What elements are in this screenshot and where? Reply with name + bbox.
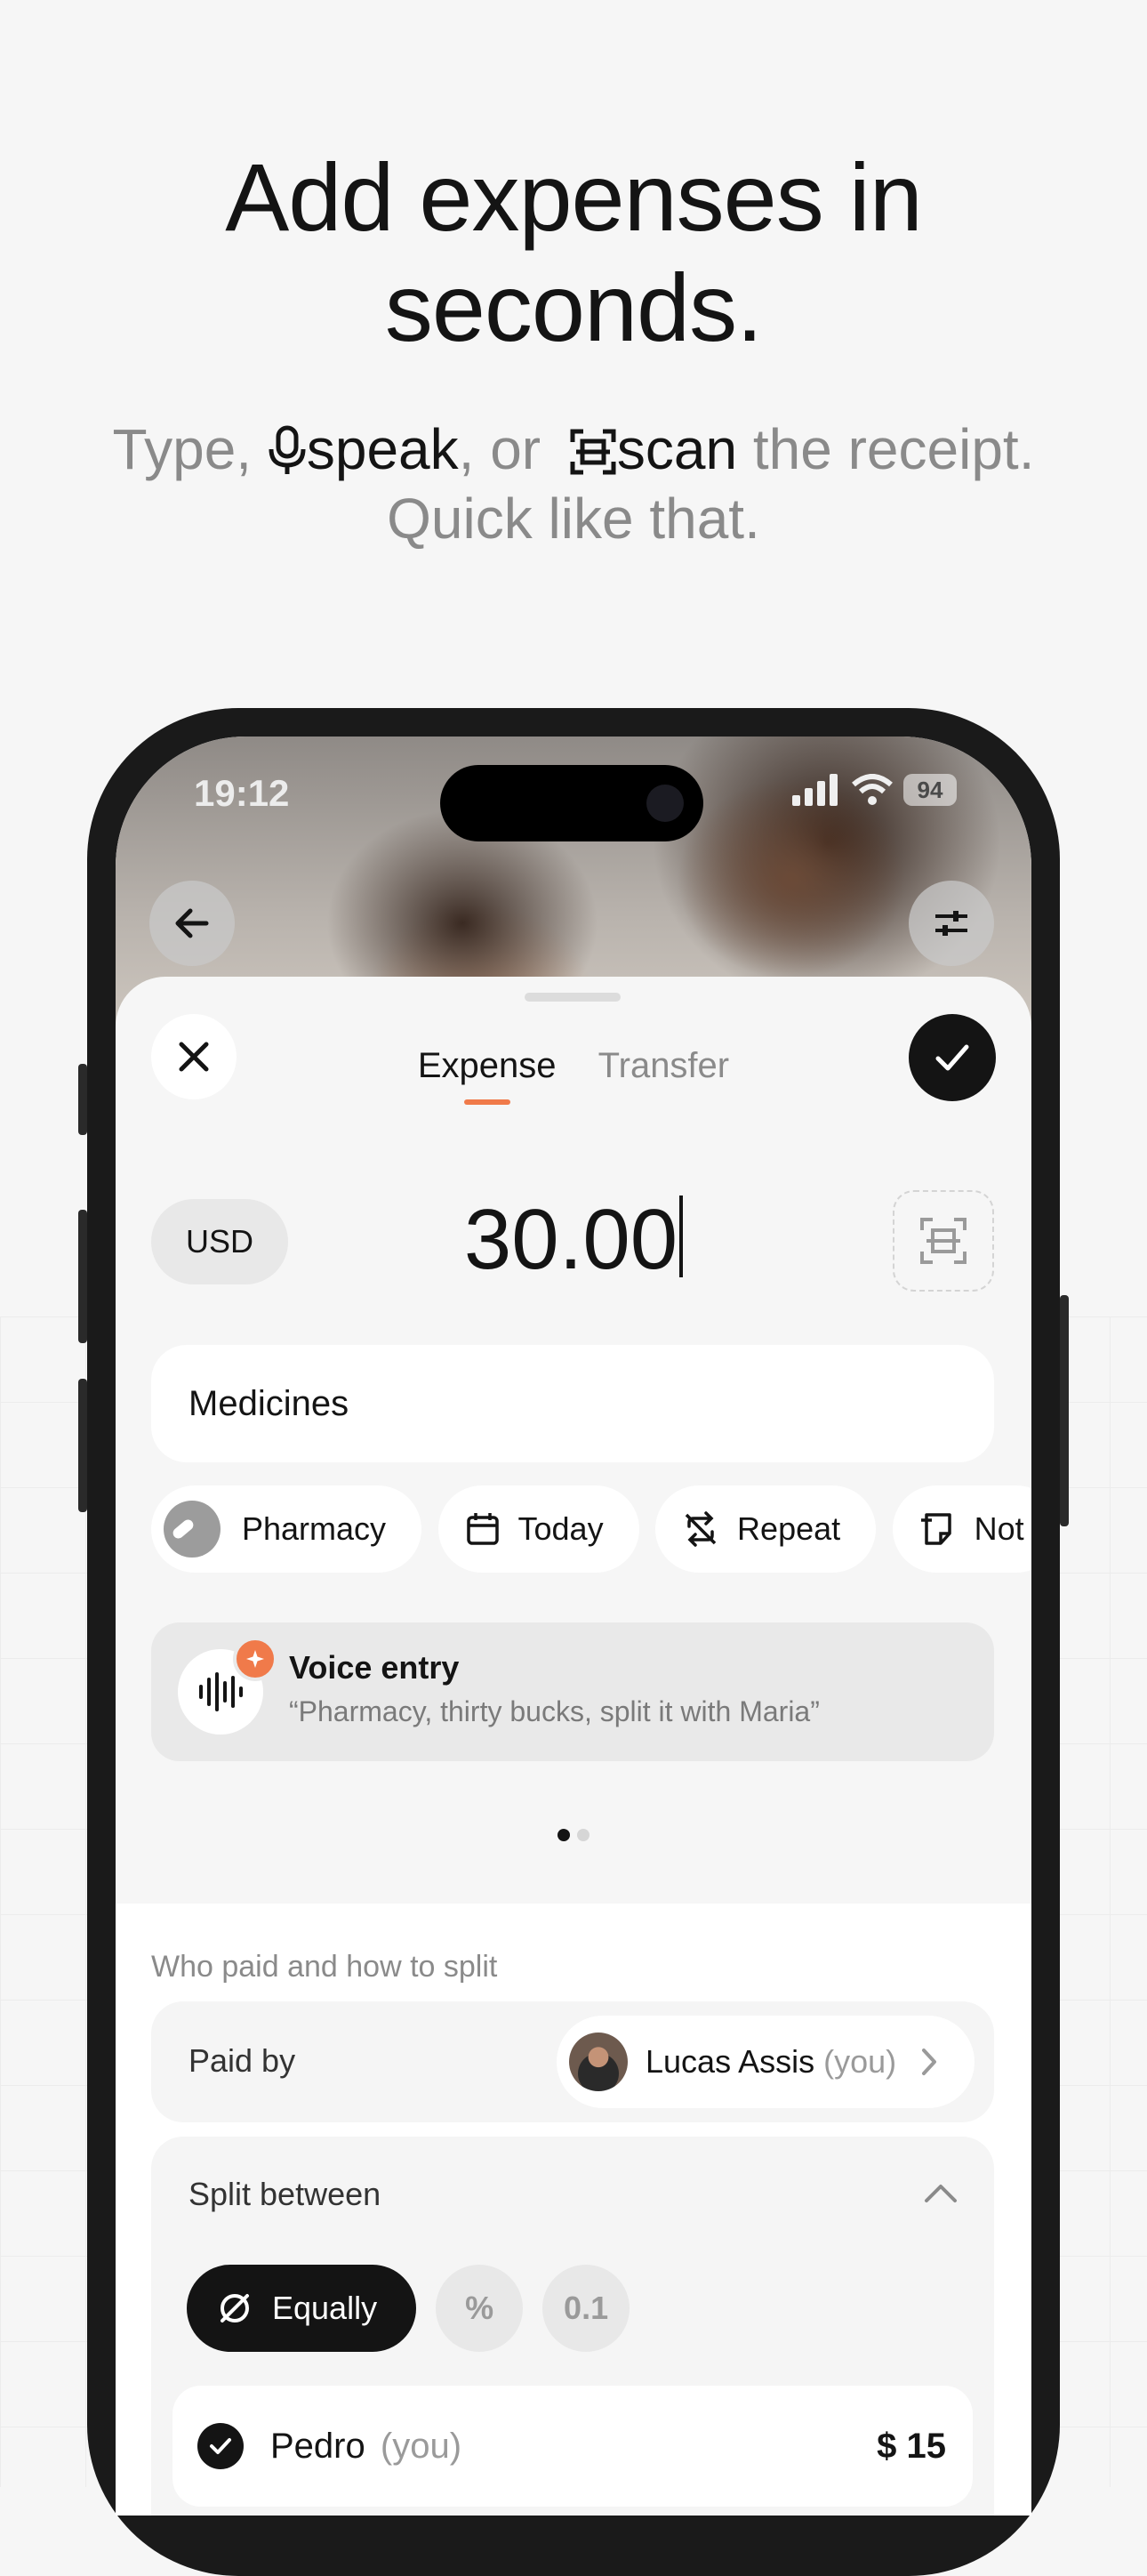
scan-icon — [920, 1218, 967, 1264]
chip-date[interactable]: Today — [437, 1485, 639, 1573]
microphone-icon — [269, 425, 306, 474]
split-section-label: Who paid and how to split — [151, 1950, 498, 1984]
split-amount-button[interactable]: 0.1 — [542, 2265, 630, 2352]
split-equally-button[interactable]: Equally — [187, 2265, 417, 2352]
member-you-tag: (you) — [380, 2427, 462, 2466]
payer-you-tag: (you) — [823, 2043, 897, 2080]
headline-line-2: seconds. — [384, 254, 763, 361]
chip-date-label: Today — [517, 1510, 604, 1547]
amount-value: 30.00 — [463, 1192, 678, 1287]
wifi-icon — [851, 774, 893, 805]
headline-line-1: Add expenses in — [225, 143, 923, 251]
voice-entry-quote: “Pharmacy, thirty bucks, split it with M… — [289, 1695, 820, 1727]
back-button[interactable] — [149, 881, 235, 966]
status-icons: 94 — [790, 774, 957, 806]
battery-icon: 94 — [903, 774, 957, 806]
signal-icon — [792, 774, 838, 806]
split-percent-button[interactable]: % — [436, 2265, 524, 2352]
chevron-right-icon — [922, 2049, 937, 2075]
pager-dot-active[interactable] — [557, 1829, 570, 1841]
note-icon — [920, 1513, 951, 1545]
member-amount: $ 15 — [877, 2427, 946, 2466]
camera-icon — [646, 785, 684, 822]
pager-dots — [116, 1829, 1031, 1846]
chevron-up-icon[interactable] — [923, 2181, 959, 2204]
phone-mute-button — [78, 1064, 87, 1135]
confirm-button[interactable] — [909, 1014, 996, 1101]
subline-scan: scan — [616, 417, 738, 481]
paid-by-label: Paid by — [188, 2042, 296, 2079]
dynamic-island — [440, 765, 703, 841]
percent-icon: % — [465, 2290, 494, 2326]
tab-expense[interactable]: Expense — [417, 1046, 557, 1105]
subline-type: Type, — [112, 417, 253, 481]
phone-volume-up — [78, 1210, 87, 1343]
scan-receipt-button[interactable] — [893, 1190, 994, 1292]
checkbox-checked-icon[interactable] — [197, 2423, 244, 2469]
subline-speak: speak — [306, 417, 459, 481]
attribute-chips: Pharmacy Today Repeat Not — [151, 1485, 1031, 1574]
voice-entry-title: Voice entry — [289, 1649, 460, 1686]
sheet-grabber[interactable] — [525, 993, 621, 1002]
calendar-icon — [466, 1513, 499, 1545]
phone-power-button — [1060, 1295, 1069, 1526]
chip-repeat[interactable]: Repeat — [655, 1485, 877, 1573]
payer-selector[interactable]: Lucas Assis (you) — [557, 2016, 975, 2108]
pill-icon — [164, 1501, 221, 1558]
member-name-text: Pedro — [270, 2427, 365, 2466]
checkmark-icon — [935, 1044, 969, 1071]
headline: Add expenses in seconds. — [0, 142, 1147, 363]
avatar — [569, 2033, 628, 2091]
chip-repeat-label: Repeat — [737, 1510, 841, 1547]
tab-transfer-label: Transfer — [598, 1046, 730, 1085]
subheadline: Type, speak, or scan the receipt. Quick … — [0, 415, 1147, 553]
split-between-label: Split between — [188, 2176, 381, 2212]
chip-note-label: Not — [974, 1510, 1024, 1547]
subline-rest: the receipt. — [752, 417, 1035, 481]
subline-line-2: Quick like that. — [387, 487, 760, 551]
tab-transfer[interactable]: Transfer — [598, 1046, 729, 1086]
subline-or: , or — [458, 417, 541, 481]
decimal-icon: 0.1 — [564, 2290, 609, 2326]
status-time: 19:12 — [194, 772, 290, 814]
member-row[interactable]: Pedro (you) $ 15 — [172, 2386, 973, 2507]
paid-by-row: Paid by Lucas Assis (you) — [151, 2001, 994, 2122]
split-section: Who paid and how to split Paid by Lucas … — [116, 1904, 1031, 2516]
phone-volume-down — [78, 1379, 87, 1512]
text-cursor — [679, 1195, 684, 1277]
tab-expense-label: Expense — [417, 1046, 557, 1085]
voice-entry-card[interactable]: Voice entry “Pharmacy, thirty bucks, spl… — [151, 1622, 994, 1761]
tab-indicator — [463, 1099, 510, 1105]
arrow-left-icon — [175, 908, 209, 938]
sliders-icon — [935, 911, 967, 936]
chip-note[interactable]: Not — [892, 1485, 1031, 1573]
description-input[interactable]: Medicines — [151, 1345, 994, 1462]
equal-slash-icon — [221, 2294, 249, 2322]
type-tabs: Expense Transfer — [116, 1046, 1031, 1105]
split-between-card: Split between Equally % 0.1 Pedro (you) … — [151, 2137, 994, 2516]
chip-category-label: Pharmacy — [242, 1510, 387, 1547]
split-equally-label: Equally — [272, 2290, 378, 2326]
settings-button[interactable] — [909, 881, 994, 966]
scan-icon — [570, 429, 616, 475]
member-name: Pedro (you) — [270, 2427, 461, 2467]
phone-screen: 19:12 94 Expense Transfer USD 30.00 Medi… — [116, 737, 1031, 2516]
split-mode-selector: Equally % 0.1 — [187, 2265, 649, 2352]
sparkle-icon — [233, 1637, 277, 1681]
expense-sheet: Expense Transfer USD 30.00 Medicines Pha… — [116, 977, 1031, 2516]
chip-category[interactable]: Pharmacy — [151, 1485, 422, 1573]
repeat-off-icon — [685, 1511, 717, 1547]
pager-dot[interactable] — [577, 1829, 590, 1841]
payer-name: Lucas Assis — [646, 2043, 815, 2080]
